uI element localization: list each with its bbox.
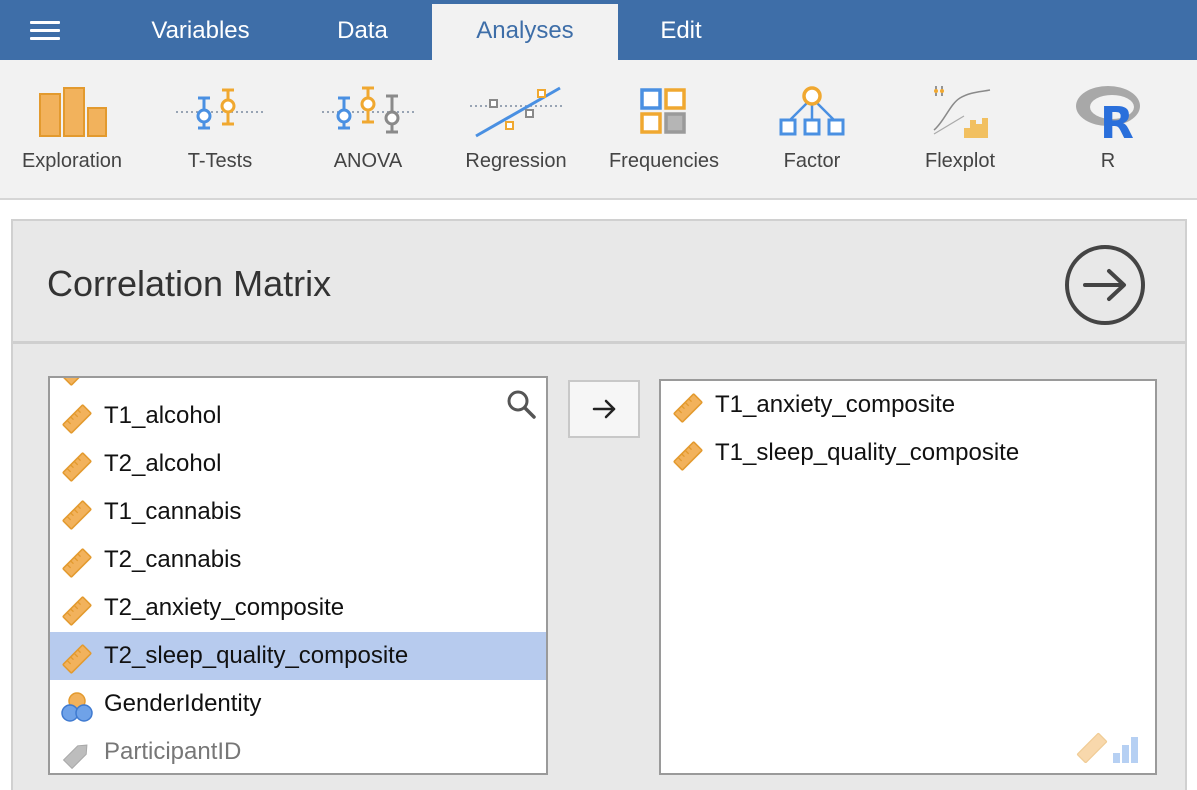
frequencies-icon (640, 88, 686, 134)
r-icon: R (1076, 86, 1140, 142)
ribbon-label: Frequencies (608, 150, 720, 172)
ribbon-label: ANOVA (333, 150, 403, 172)
tab-data[interactable]: Data (300, 4, 425, 60)
regression-icon (470, 86, 562, 138)
available-variables-list[interactable]: T1_alcohol T2_alcohol T1_cannabis T2_can… (48, 376, 548, 775)
ruler-icon (62, 548, 92, 578)
ribbon-button-factor[interactable]: Factor (747, 82, 877, 182)
ruler-icon (673, 393, 703, 423)
ribbon-label: Exploration (21, 150, 123, 172)
list-item-partial[interactable] (50, 378, 546, 392)
hamburger-menu-icon[interactable] (30, 20, 62, 42)
variable-name: T1_anxiety_composite (715, 391, 956, 418)
menu-bar: Variables Data Analyses Edit (0, 0, 1197, 60)
list-item[interactable]: GenderIdentity (50, 680, 546, 728)
ruler-icon (673, 441, 703, 471)
list-item[interactable]: T1_alcohol (50, 392, 546, 440)
ribbon-label: Flexplot (924, 150, 996, 172)
ruler-icon (62, 644, 92, 674)
list-item[interactable]: T2_cannabis (50, 536, 546, 584)
tab-edit[interactable]: Edit (625, 4, 737, 60)
variable-name: ParticipantID (104, 738, 242, 765)
ruler-icon (62, 452, 92, 482)
ribbon-button-regression[interactable]: Regression (451, 82, 581, 182)
tab-analyses[interactable]: Analyses (432, 4, 618, 60)
anova-icon (322, 86, 414, 134)
ribbon-button-t-tests[interactable]: T-Tests (155, 82, 285, 182)
divider (13, 341, 1187, 344)
list-item[interactable]: T1_cannabis (50, 488, 546, 536)
variable-name: T1_sleep_quality_composite (715, 439, 1020, 466)
list-item[interactable]: ParticipantID (50, 728, 546, 773)
variable-name: T2_sleep_quality_composite (104, 642, 409, 669)
list-item[interactable]: T1_anxiety_composite (661, 381, 1155, 429)
arrow-right-icon (592, 399, 616, 419)
ribbon-label: Regression (465, 150, 567, 172)
ruler-icon (62, 596, 92, 626)
variable-name: T1_alcohol (104, 402, 222, 429)
ribbon-label: R (1100, 150, 1116, 172)
variable-name: T1_cannabis (104, 498, 242, 525)
analysis-options-panel: Correlation Matrix T1_alcohol T2_alcohol… (11, 219, 1187, 790)
variable-name: T2_cannabis (104, 546, 242, 573)
tab-variables[interactable]: Variables (118, 4, 283, 60)
factor-icon (779, 86, 845, 136)
ribbon-button-exploration[interactable]: Exploration (7, 82, 137, 182)
t-tests-icon (176, 88, 264, 130)
nominal-variable-icon (61, 692, 93, 722)
list-item[interactable]: T2_anxiety_composite (50, 584, 546, 632)
ruler-icon (62, 500, 92, 530)
variable-name: GenderIdentity (104, 690, 262, 717)
list-item-selected[interactable]: T2_sleep_quality_composite (50, 632, 546, 680)
list-item[interactable]: T1_sleep_quality_composite (661, 429, 1155, 477)
ribbon-button-anova[interactable]: ANOVA (303, 82, 433, 182)
ribbon-label: T-Tests (187, 150, 253, 172)
svg-text:R: R (1100, 98, 1134, 142)
ruler-icon (62, 378, 92, 386)
list-item[interactable]: T2_alcohol (50, 440, 546, 488)
panel-title: Correlation Matrix (47, 263, 332, 304)
move-variable-button[interactable] (568, 380, 640, 438)
ruler-icon (62, 404, 92, 434)
id-tag-icon (62, 744, 88, 770)
run-analysis-button[interactable] (1063, 243, 1147, 327)
ribbon-button-frequencies[interactable]: Frequencies (599, 82, 729, 182)
analyses-ribbon: Exploration T-Tests ANOVA Regression Fre… (0, 60, 1197, 200)
exploration-icon (39, 87, 107, 137)
variable-name: T2_anxiety_composite (104, 594, 345, 621)
allowed-types-icon (1076, 732, 1138, 764)
flexplot-icon (933, 86, 991, 138)
ribbon-button-flexplot[interactable]: Flexplot (895, 82, 1025, 182)
arrow-circle-right-icon (1065, 245, 1145, 325)
variable-name: T2_alcohol (104, 450, 222, 477)
ribbon-button-r[interactable]: R R (1043, 82, 1173, 182)
selected-variables-list[interactable]: T1_anxiety_composite T1_sleep_quality_co… (659, 379, 1157, 775)
ribbon-label: Factor (783, 150, 841, 172)
